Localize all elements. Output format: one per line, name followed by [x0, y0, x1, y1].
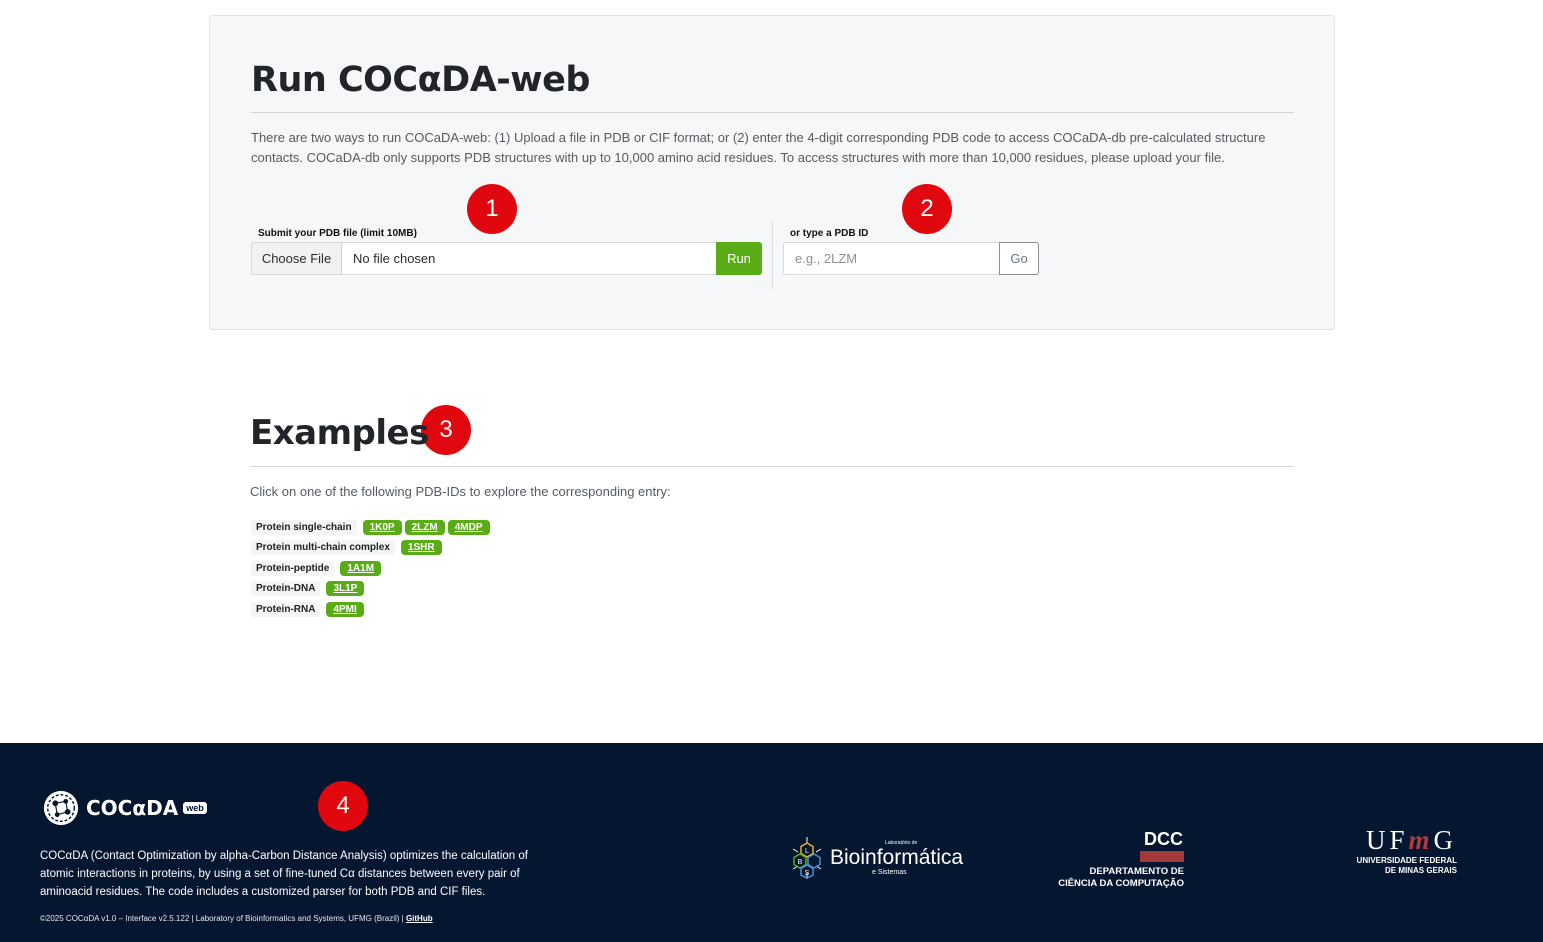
example-row: Protein-peptide 1A1M: [251, 558, 493, 579]
example-category: Protein single-chain: [251, 519, 357, 535]
choose-file-button[interactable]: Choose File: [251, 242, 342, 275]
cocada-logo-text: COCαDA: [86, 796, 179, 820]
lbs-logo: L B S Bioinformática Laboratório de e Sist…: [788, 835, 963, 881]
ufmg-f: F: [1389, 825, 1409, 855]
ufmg-m: m: [1408, 825, 1434, 855]
svg-text:B: B: [798, 859, 803, 866]
svg-text:S: S: [805, 870, 810, 877]
cocada-globe-icon: [43, 790, 79, 826]
examples-title: Examples: [250, 413, 429, 453]
pdb-id-link[interactable]: 1A1M: [340, 560, 382, 576]
ufmg-line-1: UNIVERSIDADE FEDERAL: [1356, 856, 1457, 865]
dcc-title: DCC: [1144, 829, 1183, 849]
file-upload-label: Submit your PDB file (limit 10MB): [258, 228, 417, 239]
lbs-sub-text: e Sistemas: [872, 869, 907, 876]
dcc-bar: [1140, 851, 1184, 862]
pdb-id-input[interactable]: [783, 242, 999, 275]
dcc-line-2: CIÊNCIA DA COMPUTAÇÃO: [1058, 878, 1184, 889]
run-card: Run COCαDA-web There are two ways to run…: [209, 15, 1335, 330]
page: Run COCαDA-web There are two ways to run…: [0, 0, 1543, 942]
example-row: Protein-DNA 3L1P: [251, 579, 493, 600]
footer-description: COCαDA (Contact Optimization by alpha-Ca…: [40, 850, 528, 898]
dcc-logo: DCC DEPARTAMENTO DE CIÊNCIA DA COMPUTAÇÃ…: [1040, 829, 1184, 890]
marker-1: 1: [467, 184, 517, 234]
vertical-divider: [772, 221, 773, 289]
example-category: Protein-RNA: [251, 601, 321, 617]
dcc-line-1: DEPARTAMENTO DE: [1089, 866, 1184, 877]
pdb-id-link[interactable]: 4PMI: [326, 601, 364, 617]
example-row: Protein multi-chain complex 1SHR: [251, 538, 493, 559]
github-link[interactable]: GitHub: [406, 914, 433, 923]
pdb-id-link[interactable]: 1K0P: [362, 519, 402, 535]
file-status-text: No file chosen: [342, 242, 716, 275]
run-description: There are two ways to run COCaDA-web: (1…: [251, 130, 1266, 165]
example-category: Protein-DNA: [251, 581, 321, 597]
pdb-id-link[interactable]: 1SHR: [400, 540, 442, 556]
run-title: Run COCαDA-web: [251, 60, 590, 100]
ufmg-u: U: [1365, 825, 1390, 855]
example-row: Protein-RNA 4PMI: [251, 599, 493, 620]
divider: [250, 466, 1294, 467]
example-category: Protein-peptide: [251, 560, 335, 576]
examples-list: Protein single-chain 1K0P 2LZM 4MDP Prot…: [251, 517, 493, 620]
file-upload-group: Choose File No file chosen Run: [251, 242, 762, 275]
pdb-id-label: or type a PDB ID: [790, 228, 869, 239]
examples-intro: Click on one of the following PDB-IDs to…: [250, 484, 671, 499]
ufmg-g: G: [1433, 825, 1457, 855]
marker-2: 2: [902, 184, 952, 234]
example-category: Protein multi-chain complex: [251, 540, 395, 556]
marker-4: 4: [318, 781, 368, 831]
go-button[interactable]: Go: [999, 242, 1039, 275]
web-badge: web: [183, 802, 207, 814]
copyright: ©2025 COCαDA v1.0 – Interface v2.5.122 |…: [40, 914, 433, 923]
cocada-logo: COCαDA web: [42, 789, 207, 827]
ufmg-wordmark: UFmG: [1310, 825, 1457, 856]
pdb-id-group: Go: [783, 242, 1039, 275]
copyright-text: ©2025 COCαDA v1.0 – Interface v2.5.122 |…: [40, 914, 406, 923]
lbs-hexagon-icon: L B S: [792, 837, 822, 879]
svg-text:L: L: [805, 848, 809, 855]
footer: COCαDA web COCαDA (Contact Optimization …: [0, 743, 1543, 942]
pdb-id-link[interactable]: 3L1P: [326, 581, 365, 597]
lbs-name: Bioinformática Laboratório de e Sistemas: [830, 840, 964, 876]
pdb-id-link[interactable]: 4MDP: [447, 519, 490, 535]
pdb-id-link[interactable]: 2LZM: [404, 519, 445, 535]
lbs-name-text: Bioinformática: [830, 846, 964, 869]
ufmg-logo: UFmG UNIVERSIDADE FEDERAL DE MINAS GERAI…: [1310, 825, 1457, 876]
lbs-small-text: Laboratório de: [885, 840, 918, 846]
divider: [251, 112, 1294, 113]
example-row: Protein single-chain 1K0P 2LZM 4MDP: [251, 517, 493, 538]
run-button[interactable]: Run: [716, 242, 762, 275]
ufmg-line-2: DE MINAS GERAIS: [1384, 866, 1457, 875]
